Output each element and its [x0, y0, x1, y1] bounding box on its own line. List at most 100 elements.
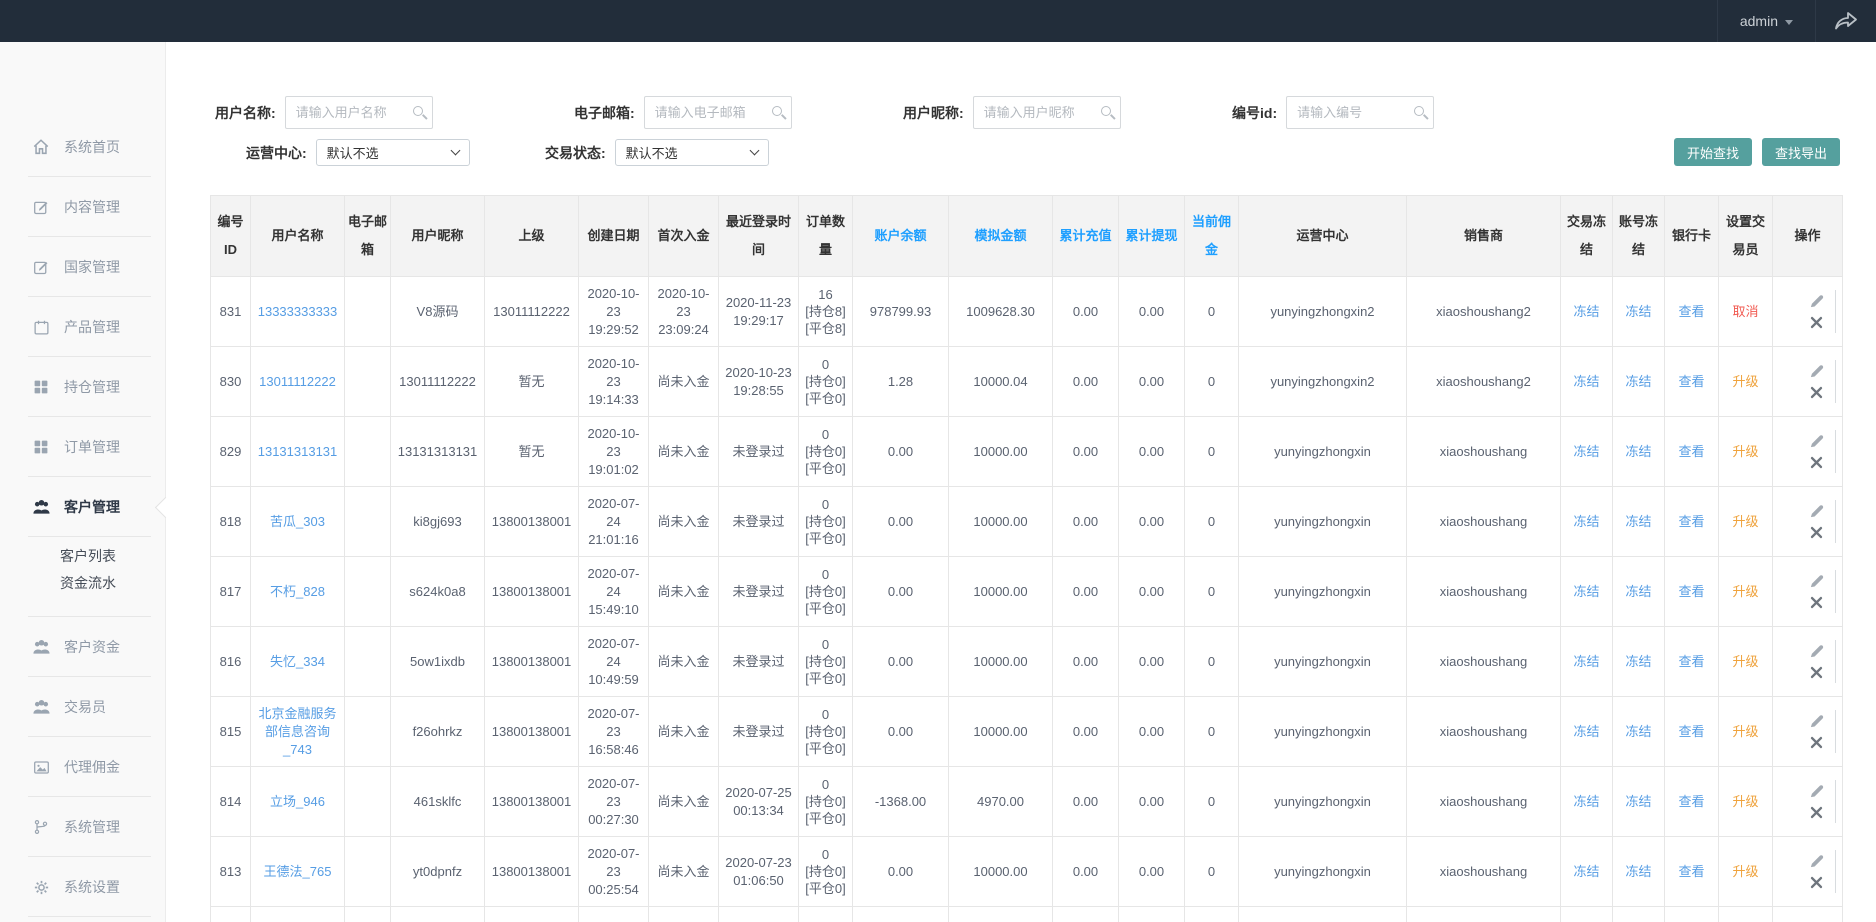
column-header-total_recharge[interactable]: 累计充值: [1053, 196, 1119, 277]
export-button[interactable]: 查找导出: [1762, 138, 1840, 166]
sidebar-item-product[interactable]: 产品管理: [0, 297, 165, 357]
account_freeze-link[interactable]: 冻结: [1625, 724, 1651, 739]
username-link[interactable]: 北京金融服务部信息咨询_743: [258, 706, 336, 757]
edit-icon[interactable]: [1808, 643, 1824, 659]
bank_card-link[interactable]: 查看: [1678, 304, 1704, 319]
sidebar-subitem-fund-flow[interactable]: 资金流水: [0, 570, 165, 597]
logout-button[interactable]: [1816, 0, 1876, 42]
delete-icon[interactable]: [1808, 454, 1824, 470]
trade_freeze-link[interactable]: 冻结: [1573, 514, 1599, 529]
start-search-button[interactable]: 开始查找: [1674, 138, 1752, 166]
delete-icon[interactable]: [1808, 804, 1824, 820]
account_freeze-link[interactable]: 冻结: [1625, 444, 1651, 459]
edit-icon[interactable]: [1808, 433, 1824, 449]
edit-icon[interactable]: [1808, 293, 1824, 309]
edit-icon[interactable]: [1808, 853, 1824, 869]
sidebar-item-content[interactable]: 内容管理: [0, 177, 165, 237]
bank_card-link[interactable]: 查看: [1678, 584, 1704, 599]
sidebar-item-settings[interactable]: 系统设置: [0, 857, 165, 917]
edit-icon[interactable]: [1808, 503, 1824, 519]
column-header-balance[interactable]: 账户余额: [853, 196, 949, 277]
delete-icon[interactable]: [1808, 664, 1824, 680]
username-link[interactable]: 13131313131: [258, 444, 338, 459]
set-trader-upgrade[interactable]: 升级: [1732, 864, 1758, 879]
username-input[interactable]: [285, 96, 433, 129]
trade_freeze-link[interactable]: 冻结: [1573, 654, 1599, 669]
edit-icon[interactable]: [1808, 713, 1824, 729]
account_freeze-link[interactable]: 冻结: [1625, 794, 1651, 809]
trade_freeze-link[interactable]: 冻结: [1573, 374, 1599, 389]
set-trader-upgrade[interactable]: 升级: [1732, 654, 1758, 669]
trade_freeze-link[interactable]: 冻结: [1573, 864, 1599, 879]
set-trader-cancel[interactable]: 取消: [1732, 304, 1758, 319]
account_freeze-link[interactable]: 冻结: [1625, 654, 1651, 669]
trade-status-select[interactable]: 默认不选: [615, 139, 769, 166]
sidebar-item-home[interactable]: 系统首页: [0, 117, 165, 177]
set-trader-upgrade[interactable]: 升级: [1732, 724, 1758, 739]
bank_card-link[interactable]: 查看: [1678, 654, 1704, 669]
account_freeze-link[interactable]: 冻结: [1625, 374, 1651, 389]
column-header-total_withdraw[interactable]: 累计提现: [1119, 196, 1185, 277]
nickname-input[interactable]: [973, 96, 1121, 129]
username-link[interactable]: 苦瓜_303: [270, 514, 325, 529]
trade_freeze-link[interactable]: 冻结: [1573, 584, 1599, 599]
sidebar-item-customer[interactable]: 客户管理: [0, 477, 165, 537]
trade_freeze-link[interactable]: 冻结: [1573, 794, 1599, 809]
delete-icon[interactable]: [1808, 524, 1824, 540]
bank_card-link[interactable]: 查看: [1678, 724, 1704, 739]
column-header-demo_amount[interactable]: 模拟金额: [949, 196, 1053, 277]
userid-input[interactable]: [1286, 96, 1434, 129]
sidebar-item-country[interactable]: 国家管理: [0, 237, 165, 297]
cell-trade_freeze: 冻结: [1561, 417, 1613, 487]
bank_card-link[interactable]: 查看: [1678, 514, 1704, 529]
operation-center-select[interactable]: 默认不选: [316, 139, 470, 166]
column-header-first_deposit: 首次入金: [649, 196, 719, 277]
delete-icon[interactable]: [1808, 314, 1824, 330]
cell-parent: 暂无: [485, 347, 579, 417]
sidebar-item-customer-funds[interactable]: 客户资金: [0, 617, 165, 677]
sidebar-item-order[interactable]: 订单管理: [0, 417, 165, 477]
username-link[interactable]: 不朽_828: [270, 584, 325, 599]
username-link[interactable]: 立场_946: [270, 794, 325, 809]
username-link[interactable]: 13333333333: [258, 304, 338, 319]
sidebar-item-trader[interactable]: 交易员: [0, 677, 165, 737]
edit-icon[interactable]: [1808, 783, 1824, 799]
trade_freeze-link[interactable]: 冻结: [1573, 304, 1599, 319]
email-input[interactable]: [644, 96, 792, 129]
bank_card-link[interactable]: 查看: [1678, 794, 1704, 809]
sidebar-item-system[interactable]: 系统管理: [0, 797, 165, 857]
bank_card-link[interactable]: 查看: [1678, 444, 1704, 459]
username-link[interactable]: 失忆_334: [270, 654, 325, 669]
admin-dropdown[interactable]: admin: [1717, 0, 1816, 42]
username-link[interactable]: 王德法_765: [264, 864, 332, 879]
set-trader-upgrade[interactable]: 升级: [1732, 374, 1758, 389]
set-trader-upgrade[interactable]: 升级: [1732, 444, 1758, 459]
account_freeze-link[interactable]: 冻结: [1625, 514, 1651, 529]
set-trader-upgrade[interactable]: 升级: [1732, 514, 1758, 529]
trade_freeze-link[interactable]: 冻结: [1573, 724, 1599, 739]
account_freeze-link[interactable]: 冻结: [1625, 864, 1651, 879]
cell-nickname: V8源码: [391, 277, 485, 347]
sidebar-item-agent-commission[interactable]: 代理佣金: [0, 737, 165, 797]
trade_freeze-link[interactable]: 冻结: [1573, 444, 1599, 459]
column-header-commission[interactable]: 当前佣金: [1185, 196, 1239, 277]
sidebar-item-position[interactable]: 持仓管理: [0, 357, 165, 417]
delete-icon[interactable]: [1808, 594, 1824, 610]
account_freeze-link[interactable]: 冻结: [1625, 584, 1651, 599]
cell-commission: 0: [1185, 487, 1239, 557]
edit-icon[interactable]: [1808, 363, 1824, 379]
username-link[interactable]: 13011112222: [259, 374, 336, 389]
sidebar-subitem-customer-list[interactable]: 客户列表: [0, 543, 165, 570]
delete-icon[interactable]: [1808, 874, 1824, 890]
cell-demo_amount: 10000.00: [949, 697, 1053, 767]
cell-account_freeze: 冻结: [1613, 697, 1665, 767]
account_freeze-link[interactable]: 冻结: [1625, 304, 1651, 319]
set-trader-upgrade[interactable]: 升级: [1732, 794, 1758, 809]
cell-nickname: f26ohrkz: [391, 697, 485, 767]
bank_card-link[interactable]: 查看: [1678, 864, 1704, 879]
delete-icon[interactable]: [1808, 734, 1824, 750]
delete-icon[interactable]: [1808, 384, 1824, 400]
bank_card-link[interactable]: 查看: [1678, 374, 1704, 389]
edit-icon[interactable]: [1808, 573, 1824, 589]
set-trader-upgrade[interactable]: 升级: [1732, 584, 1758, 599]
